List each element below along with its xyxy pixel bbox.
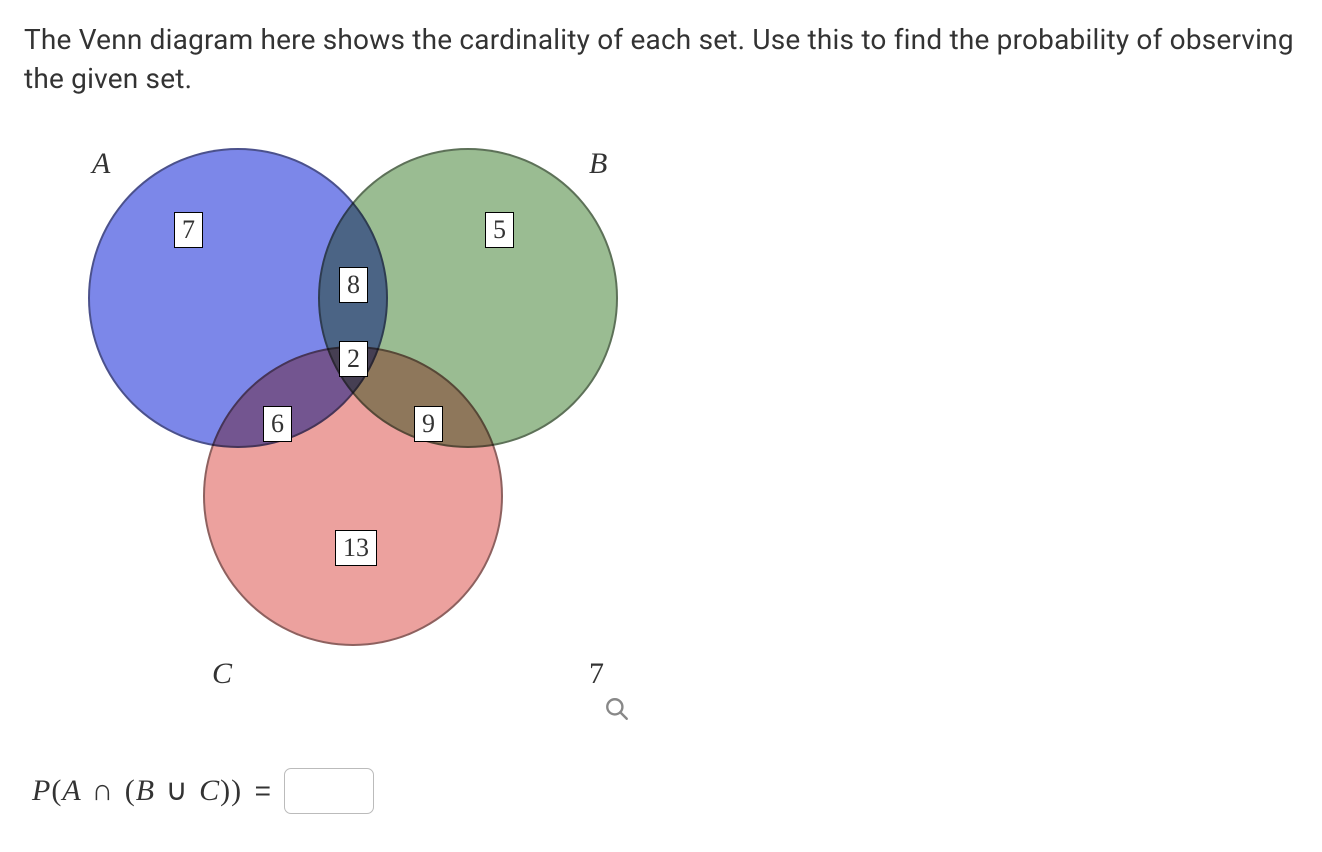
question-text: The Venn diagram here shows the cardinal… (24, 20, 1298, 98)
region-a-only: 7 (174, 212, 203, 247)
region-ab: 8 (339, 267, 368, 302)
set-label-b: B (589, 143, 607, 185)
intersect-symbol: ∩ (90, 774, 117, 807)
region-bc: 9 (414, 406, 443, 441)
set-label-a: A (92, 143, 110, 185)
outside-value: 7 (589, 653, 604, 695)
union-symbol: ∪ (164, 774, 191, 807)
equals-sign: = (251, 775, 276, 806)
region-b-only: 5 (485, 212, 514, 247)
venn-diagram: A B C 7 7 5 8 2 6 9 13 (44, 128, 664, 728)
probability-formula: P(A ∩ (B ∪ C)) = (32, 770, 276, 812)
formula-b: B (136, 774, 155, 807)
circle-c (203, 346, 503, 646)
answer-line: P(A ∩ (B ∪ C)) = (32, 768, 1298, 814)
region-ac: 6 (263, 406, 292, 441)
formula-p: P (32, 774, 51, 807)
region-abc: 2 (339, 341, 368, 376)
formula-a: A (62, 774, 81, 807)
magnify-icon[interactable] (604, 693, 630, 732)
answer-input[interactable] (284, 768, 374, 814)
formula-c: C (199, 774, 220, 807)
set-label-c: C (212, 653, 232, 695)
region-c-only: 13 (335, 530, 377, 565)
